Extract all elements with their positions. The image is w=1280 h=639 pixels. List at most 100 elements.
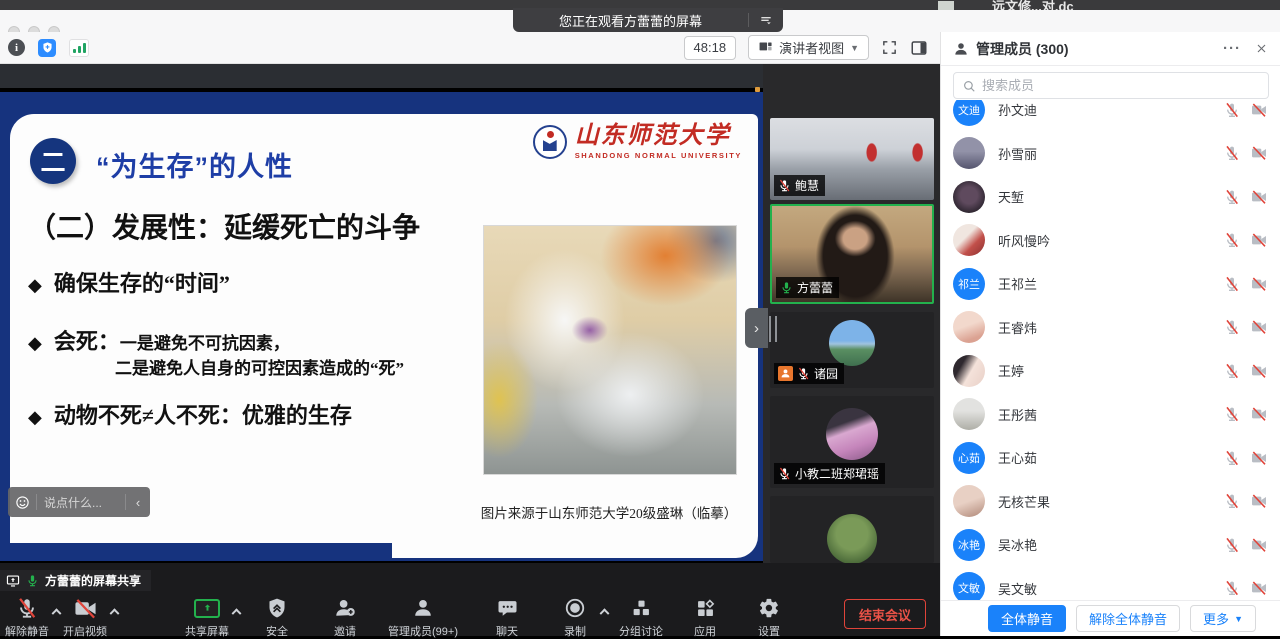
manage-members-button[interactable]: 管理成员(99+) bbox=[388, 594, 458, 639]
camera-off-icon[interactable] bbox=[1251, 102, 1267, 118]
fullscreen-icon[interactable] bbox=[881, 39, 898, 56]
slide-title: “为生存”的人性 bbox=[96, 145, 293, 184]
share-options-chevron[interactable] bbox=[230, 598, 242, 622]
unmute-button[interactable]: 解除静音 bbox=[4, 594, 50, 639]
camera-off-icon[interactable] bbox=[1251, 363, 1267, 379]
more-button[interactable]: 更多▼ bbox=[1190, 605, 1256, 632]
share-screen-button[interactable]: 共享屏幕 bbox=[184, 594, 230, 639]
member-row[interactable]: 王睿炜 bbox=[941, 306, 1280, 350]
mic-muted-icon[interactable] bbox=[1224, 232, 1240, 248]
collapse-bubble-icon[interactable]: ‹ bbox=[126, 495, 150, 510]
emoji-icon[interactable] bbox=[8, 495, 36, 510]
close-icon[interactable] bbox=[1255, 42, 1268, 55]
meeting-timer: 48:18 bbox=[684, 36, 737, 60]
panel-more-icon[interactable]: ··· bbox=[1223, 40, 1241, 57]
top-toolbar: i 48:18 演讲者视图 ▼ bbox=[0, 32, 940, 64]
member-row[interactable]: 冰艳吴冰艳 bbox=[941, 523, 1280, 567]
settings-button[interactable]: 设置 bbox=[746, 594, 792, 639]
quick-chat-bubble[interactable]: 说点什么... ‹ bbox=[8, 487, 150, 517]
camera-off-icon[interactable] bbox=[1251, 450, 1267, 466]
mic-muted-icon[interactable] bbox=[1224, 537, 1240, 553]
thumbnail-collapse-tab[interactable]: › bbox=[745, 308, 768, 348]
chat-input-placeholder[interactable]: 说点什么... bbox=[37, 494, 125, 511]
camera-off-icon[interactable] bbox=[1251, 406, 1267, 422]
search-icon bbox=[962, 79, 976, 93]
camera-off-icon[interactable] bbox=[1251, 189, 1267, 205]
mute-all-button[interactable]: 全体静音 bbox=[988, 605, 1066, 632]
share-status-text: 方蕾蕾的屏幕共享 bbox=[45, 572, 141, 589]
mic-muted-icon[interactable] bbox=[1224, 102, 1240, 118]
member-row[interactable]: 文敏吴文敏 bbox=[941, 567, 1280, 601]
member-row[interactable]: 天堑 bbox=[941, 175, 1280, 219]
mic-muted-icon[interactable] bbox=[1224, 145, 1240, 161]
member-search-box[interactable] bbox=[953, 72, 1269, 99]
search-input[interactable] bbox=[982, 78, 1260, 93]
member-row[interactable]: 王彤茜 bbox=[941, 393, 1280, 437]
camera-off-icon[interactable] bbox=[1251, 276, 1267, 292]
member-row[interactable]: 王婷 bbox=[941, 349, 1280, 393]
end-meeting-button[interactable]: 结束会议 bbox=[844, 599, 926, 629]
apps-button[interactable]: 应用 bbox=[682, 594, 728, 639]
camera-off-icon[interactable] bbox=[1251, 145, 1267, 161]
view-mode-button[interactable]: 演讲者视图 ▼ bbox=[748, 35, 869, 60]
avatar: 祁兰 bbox=[953, 268, 985, 300]
camera-off-icon[interactable] bbox=[1251, 319, 1267, 335]
invite-button[interactable]: 邀请 bbox=[322, 594, 368, 639]
host-badge-icon bbox=[778, 366, 793, 381]
info-icon[interactable]: i bbox=[8, 39, 25, 56]
banner-menu-icon[interactable] bbox=[749, 12, 783, 28]
sidebar-toggle-icon[interactable] bbox=[910, 39, 928, 57]
diamond-bullet-icon: ◆ bbox=[28, 275, 42, 295]
view-mode-label: 演讲者视图 bbox=[779, 38, 844, 57]
mic-muted-icon[interactable] bbox=[1224, 189, 1240, 205]
unmute-all-button[interactable]: 解除全体静音 bbox=[1076, 605, 1180, 632]
diamond-bullet-icon: ◆ bbox=[28, 333, 42, 353]
video-tile[interactable]: 诸园 bbox=[770, 312, 934, 388]
video-tile-active-speaker[interactable]: 方蕾蕾 bbox=[770, 204, 934, 304]
video-tile[interactable] bbox=[770, 496, 934, 563]
member-row[interactable]: 文迪孙文迪 bbox=[941, 100, 1280, 132]
mic-muted-icon[interactable] bbox=[1224, 363, 1240, 379]
security-button[interactable]: 安全 bbox=[254, 594, 300, 639]
panel-drag-handle[interactable] bbox=[769, 316, 777, 342]
mic-muted-icon[interactable] bbox=[1224, 450, 1240, 466]
layout-icon bbox=[758, 40, 773, 55]
network-signal-icon[interactable] bbox=[69, 39, 89, 57]
mic-muted-icon[interactable] bbox=[1224, 276, 1240, 292]
mic-muted-icon bbox=[778, 179, 791, 192]
university-name-cn: 山东师范大学 bbox=[575, 124, 742, 148]
video-tile[interactable]: 小教二班郑珺瑶 bbox=[770, 396, 934, 488]
person-icon bbox=[953, 41, 969, 57]
member-row[interactable]: 无核芒果 bbox=[941, 480, 1280, 524]
watching-banner: 您正在观看方蕾蕾的屏幕 bbox=[513, 8, 783, 32]
mic-options-chevron[interactable] bbox=[50, 598, 62, 622]
camera-off-icon[interactable] bbox=[1251, 580, 1267, 596]
camera-off-icon[interactable] bbox=[1251, 493, 1267, 509]
start-video-button[interactable]: 开启视频 bbox=[62, 594, 108, 639]
member-row[interactable]: 孙雪丽 bbox=[941, 132, 1280, 176]
avatar: 文迪 bbox=[953, 100, 985, 126]
avatar bbox=[953, 311, 985, 343]
mic-muted-icon[interactable] bbox=[1224, 493, 1240, 509]
video-options-chevron[interactable] bbox=[108, 598, 120, 622]
record-button[interactable]: 录制 bbox=[552, 594, 598, 639]
chat-button[interactable]: 聊天 bbox=[484, 594, 530, 639]
member-row[interactable]: 祁兰王祁兰 bbox=[941, 262, 1280, 306]
avatar bbox=[953, 181, 985, 213]
shield-icon bbox=[266, 597, 288, 619]
mic-muted-icon[interactable] bbox=[1224, 406, 1240, 422]
record-options-chevron[interactable] bbox=[598, 598, 610, 622]
avatar: 心茹 bbox=[953, 442, 985, 474]
camera-off-icon[interactable] bbox=[1251, 232, 1267, 248]
avatar bbox=[827, 514, 877, 563]
breakout-rooms-button[interactable]: 分组讨论 bbox=[618, 594, 664, 639]
security-shield-icon[interactable] bbox=[38, 39, 56, 57]
mic-muted-icon[interactable] bbox=[1224, 319, 1240, 335]
camera-off-icon[interactable] bbox=[1251, 537, 1267, 553]
mic-muted-icon[interactable] bbox=[1224, 580, 1240, 596]
diamond-bullet-icon: ◆ bbox=[28, 407, 42, 427]
member-row[interactable]: 听风慢吟 bbox=[941, 219, 1280, 263]
member-row[interactable]: 心茹王心茹 bbox=[941, 436, 1280, 480]
member-list[interactable]: 文迪孙文迪 孙雪丽 天堑 听风慢吟 祁兰王祁兰 王睿炜 王婷 王彤茜 心茹王心茹… bbox=[941, 100, 1280, 600]
video-tile[interactable]: 鲍慧 bbox=[770, 118, 934, 200]
